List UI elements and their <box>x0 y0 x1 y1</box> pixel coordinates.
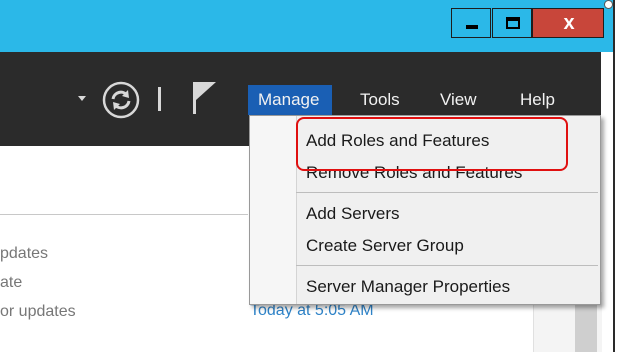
minimize-button[interactable] <box>451 8 491 38</box>
toolbar-separator <box>158 87 161 111</box>
maximize-icon <box>506 17 520 29</box>
refresh-icon[interactable] <box>102 81 140 119</box>
status-text: pdates <box>0 245 49 262</box>
menu-tools[interactable]: Tools <box>350 85 410 115</box>
flag-icon[interactable] <box>190 78 218 116</box>
menu-item-create-server-group[interactable]: Create Server Group <box>306 234 464 258</box>
status-text: or updates <box>0 303 76 320</box>
close-icon: x <box>563 12 575 34</box>
menu-manage[interactable]: Manage <box>248 85 332 115</box>
highlight-annotation <box>296 117 568 171</box>
menu-separator <box>296 265 598 266</box>
menu-separator <box>296 192 598 193</box>
menu-view[interactable]: View <box>430 85 487 115</box>
resize-handle[interactable] <box>604 0 613 9</box>
menu-item-server-manager-properties[interactable]: Server Manager Properties <box>306 275 510 299</box>
content-divider <box>0 214 248 215</box>
chevron-down-icon[interactable] <box>78 96 86 101</box>
status-text: ate <box>0 274 23 291</box>
close-button[interactable]: x <box>532 8 604 38</box>
menu-item-add-servers[interactable]: Add Servers <box>306 202 400 226</box>
maximize-button[interactable] <box>492 8 532 38</box>
minimize-icon <box>466 25 478 29</box>
menu-help[interactable]: Help <box>510 85 565 115</box>
menu-gutter <box>250 116 297 304</box>
